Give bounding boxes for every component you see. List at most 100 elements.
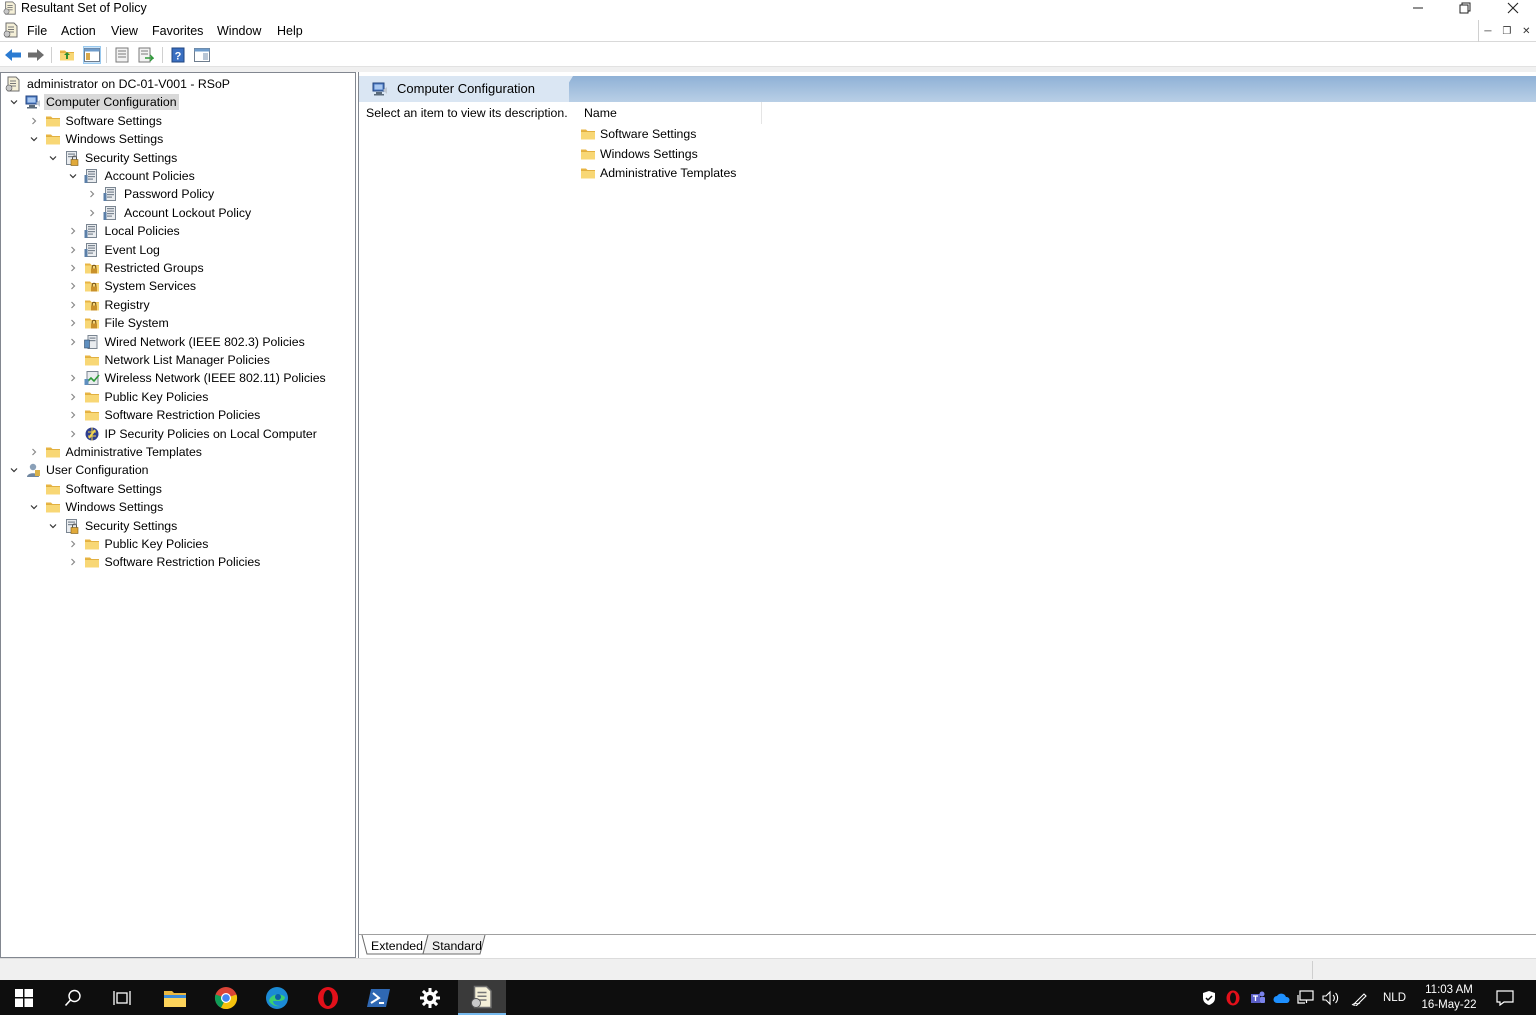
column-header-name[interactable]: Name: [578, 102, 762, 124]
chevron-right-icon[interactable]: [68, 245, 78, 255]
tree-item-event-log[interactable]: Event Log: [1, 241, 351, 259]
tree-item-account-lockout-policy[interactable]: Account Lockout Policy: [1, 204, 351, 222]
tree-item-user-windows-settings[interactable]: Windows Settings: [1, 498, 351, 516]
close-button[interactable]: [1490, 0, 1536, 16]
chevron-right-icon[interactable]: [68, 373, 78, 383]
policy-icon: [103, 205, 119, 221]
chevron-down-icon[interactable]: [29, 134, 39, 144]
taskbar-opera[interactable]: [304, 980, 352, 1015]
tree-item-security-settings[interactable]: Security Settings: [1, 149, 351, 167]
chevron-right-icon[interactable]: [68, 557, 78, 567]
mdi-close-icon[interactable]: ✕: [1522, 26, 1530, 37]
tab-standard[interactable]: Standard: [426, 937, 488, 955]
rsop-app-icon: [470, 985, 494, 1009]
tree-item-user-security-settings[interactable]: Security Settings: [1, 517, 351, 535]
mdi-minimize-icon[interactable]: ─: [1484, 26, 1491, 37]
menu-view[interactable]: View: [111, 24, 138, 38]
chevron-right-icon[interactable]: [68, 281, 78, 291]
action-center-button[interactable]: [1496, 989, 1514, 1007]
tree-item-public-key-policies[interactable]: Public Key Policies: [1, 388, 351, 406]
clock[interactable]: 11:03 AM 16-May-22: [1410, 983, 1488, 1013]
chevron-down-icon[interactable]: [48, 521, 58, 531]
menu-favorites[interactable]: Favorites: [152, 24, 203, 38]
chevron-right-icon[interactable]: [29, 116, 39, 126]
help-button[interactable]: ?: [169, 46, 187, 64]
taskbar-settings[interactable]: [406, 980, 454, 1015]
chevron-right-icon[interactable]: [68, 263, 78, 273]
tree-item-user-software-settings[interactable]: Software Settings: [1, 480, 351, 498]
tree-item-restricted-groups[interactable]: Restricted Groups: [1, 259, 351, 277]
show-hide-action-pane-button[interactable]: [193, 46, 211, 64]
export-list-button[interactable]: [113, 46, 131, 64]
chevron-right-icon[interactable]: [68, 539, 78, 549]
tree-item-file-system[interactable]: File System: [1, 314, 351, 332]
chevron-down-icon[interactable]: [9, 465, 19, 475]
tray-pen[interactable]: [1351, 989, 1369, 1007]
chevron-down-icon[interactable]: [29, 502, 39, 512]
forward-button[interactable]: [27, 46, 45, 64]
restore-button[interactable]: [1442, 0, 1488, 16]
taskbar-rsop[interactable]: [458, 980, 506, 1015]
menu-help[interactable]: Help: [277, 24, 303, 38]
tree-item-ip-security-policies[interactable]: IP Security Policies on Local Computer: [1, 425, 351, 443]
chevron-right-icon[interactable]: [87, 208, 97, 218]
tray-defender[interactable]: [1200, 989, 1218, 1007]
tree-item-software-settings[interactable]: Software Settings: [1, 112, 351, 130]
tray-onedrive[interactable]: [1273, 989, 1291, 1007]
tree-item-label: Public Key Policies: [104, 537, 209, 551]
tray-teams[interactable]: [1249, 989, 1267, 1007]
powershell-icon: [367, 988, 390, 1007]
chevron-down-icon[interactable]: [68, 171, 78, 181]
tab-extended[interactable]: Extended: [365, 937, 429, 955]
chevron-right-icon[interactable]: [68, 410, 78, 420]
input-language[interactable]: NLD: [1383, 992, 1406, 1005]
mdi-restore-icon[interactable]: ❐: [1502, 26, 1511, 37]
chevron-right-icon[interactable]: [68, 318, 78, 328]
properties-button[interactable]: [137, 46, 155, 64]
chevron-right-icon[interactable]: [68, 300, 78, 310]
tree-item-account-policies[interactable]: Account Policies: [1, 167, 351, 185]
task-view-button[interactable]: [98, 980, 146, 1015]
tree-item-user-public-key-policies[interactable]: Public Key Policies: [1, 535, 351, 553]
minimize-button[interactable]: [1395, 0, 1441, 16]
tree-root[interactable]: administrator on DC-01-V001 - RSoP: [1, 75, 351, 93]
chevron-right-icon[interactable]: [68, 392, 78, 402]
tree-item-computer-configuration[interactable]: Computer Configuration: [1, 93, 351, 111]
system-menu-icon[interactable]: [3, 22, 19, 38]
chevron-right-icon[interactable]: [87, 189, 97, 199]
back-button[interactable]: [4, 46, 22, 64]
taskbar-file-explorer[interactable]: [151, 980, 199, 1015]
tray-network[interactable]: [1297, 989, 1315, 1007]
console-tree[interactable]: administrator on DC-01-V001 - RSoP Comput…: [0, 72, 356, 958]
up-one-level-button[interactable]: [58, 46, 76, 64]
tree-item-user-software-restriction-policies[interactable]: Software Restriction Policies: [1, 553, 351, 571]
chevron-down-icon[interactable]: [9, 97, 19, 107]
tree-item-software-restriction-policies[interactable]: Software Restriction Policies: [1, 406, 351, 424]
taskbar-powershell[interactable]: [355, 980, 403, 1015]
tree-item-windows-settings[interactable]: Windows Settings: [1, 130, 351, 148]
menu-window[interactable]: Window: [217, 24, 261, 38]
chevron-down-icon[interactable]: [48, 153, 58, 163]
tree-item-local-policies[interactable]: Local Policies: [1, 222, 351, 240]
tree-item-network-list-manager-policies[interactable]: Network List Manager Policies: [1, 351, 351, 369]
taskbar-edge[interactable]: [253, 980, 301, 1015]
tree-item-user-configuration[interactable]: User Configuration: [1, 461, 351, 479]
chevron-right-icon[interactable]: [68, 429, 78, 439]
chevron-right-icon[interactable]: [29, 447, 39, 457]
tree-item-wired-network-policies[interactable]: Wired Network (IEEE 802.3) Policies: [1, 333, 351, 351]
tree-item-registry[interactable]: Registry: [1, 296, 351, 314]
tray-volume[interactable]: [1322, 989, 1340, 1007]
menu-file[interactable]: File: [27, 24, 47, 38]
show-hide-console-tree-button[interactable]: [83, 46, 101, 64]
chevron-right-icon[interactable]: [68, 226, 78, 236]
tree-item-administrative-templates[interactable]: Administrative Templates: [1, 443, 351, 461]
chevron-right-icon[interactable]: [68, 337, 78, 347]
start-button[interactable]: [0, 980, 48, 1015]
tree-item-wireless-network-policies[interactable]: Wireless Network (IEEE 802.11) Policies: [1, 369, 351, 387]
tree-item-password-policy[interactable]: Password Policy: [1, 185, 351, 203]
tray-opera[interactable]: [1224, 989, 1242, 1007]
menu-action[interactable]: Action: [61, 24, 96, 38]
tree-item-system-services[interactable]: System Services: [1, 277, 351, 295]
taskbar-chrome[interactable]: [202, 980, 250, 1015]
search-button[interactable]: [49, 980, 97, 1015]
